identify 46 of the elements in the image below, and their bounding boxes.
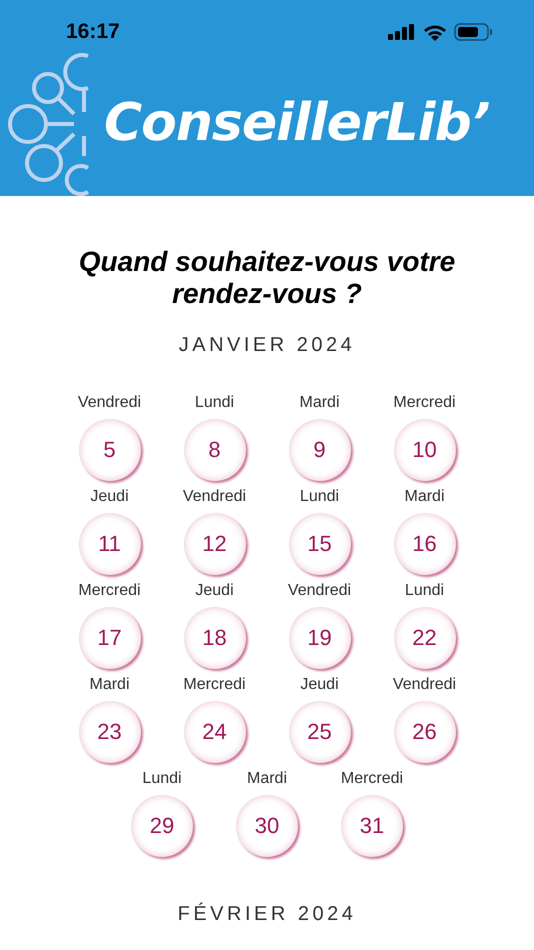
weekday-label: Mardi	[404, 487, 444, 507]
weekday-label: Lundi	[404, 581, 444, 601]
day-button[interactable]: 23	[78, 701, 140, 763]
weekday-label: Mercredi	[183, 675, 246, 695]
day-button[interactable]: 30	[236, 795, 298, 857]
weekday-label: Vendredi	[392, 675, 456, 695]
day-button[interactable]: 24	[184, 701, 246, 763]
weekday-label: Mardi	[89, 675, 130, 695]
weekday-label: Mardi	[299, 393, 340, 413]
day-button[interactable]: 15	[288, 513, 350, 575]
weekday-label: Vendredi	[182, 487, 246, 507]
battery-icon	[454, 22, 494, 42]
wifi-icon	[423, 23, 447, 41]
weekday-label: Vendredi	[288, 581, 352, 601]
day-button[interactable]: 11	[78, 513, 140, 575]
day-button[interactable]: 10	[394, 419, 456, 481]
weekday-label: Jeudi	[300, 675, 339, 695]
day-button[interactable]: 31	[341, 795, 403, 857]
weekday-label: Mercredi	[340, 769, 404, 789]
day-button[interactable]: 9	[288, 419, 350, 481]
month-heading: JANVIER 2024	[178, 334, 356, 357]
weekday-label: Vendredi	[78, 393, 142, 413]
day-button[interactable]: 22	[394, 607, 456, 669]
weekday-label: Lundi	[194, 393, 234, 413]
weekday-label: Jeudi	[195, 581, 234, 601]
day-button[interactable]: 26	[394, 701, 456, 763]
month-heading: FÉVRIER 2024	[176, 903, 358, 926]
day-button[interactable]: 18	[184, 607, 246, 669]
day-button[interactable]: 29	[131, 795, 193, 857]
day-button[interactable]: 25	[288, 701, 350, 763]
day-button[interactable]: 12	[184, 513, 246, 575]
day-button[interactable]: 5	[78, 419, 140, 481]
page-title: Quand souhaitez-vous votre rendez-vous ?	[78, 246, 456, 310]
weekday-label: Mardi	[246, 769, 287, 789]
signal-icon	[388, 24, 416, 40]
brand-name: ConseillerLib’	[104, 93, 490, 153]
weekday-label: Lundi	[300, 487, 340, 507]
weekday-label: Lundi	[142, 769, 182, 789]
day-button[interactable]: 16	[394, 513, 456, 575]
day-button[interactable]: 17	[78, 607, 140, 669]
day-button[interactable]: 8	[184, 419, 246, 481]
status-time: 16:17	[66, 20, 120, 44]
day-button[interactable]: 19	[288, 607, 350, 669]
weekday-label: Mercredi	[78, 581, 141, 601]
weekday-label: Mercredi	[393, 393, 456, 413]
weekday-label: Jeudi	[90, 487, 129, 507]
